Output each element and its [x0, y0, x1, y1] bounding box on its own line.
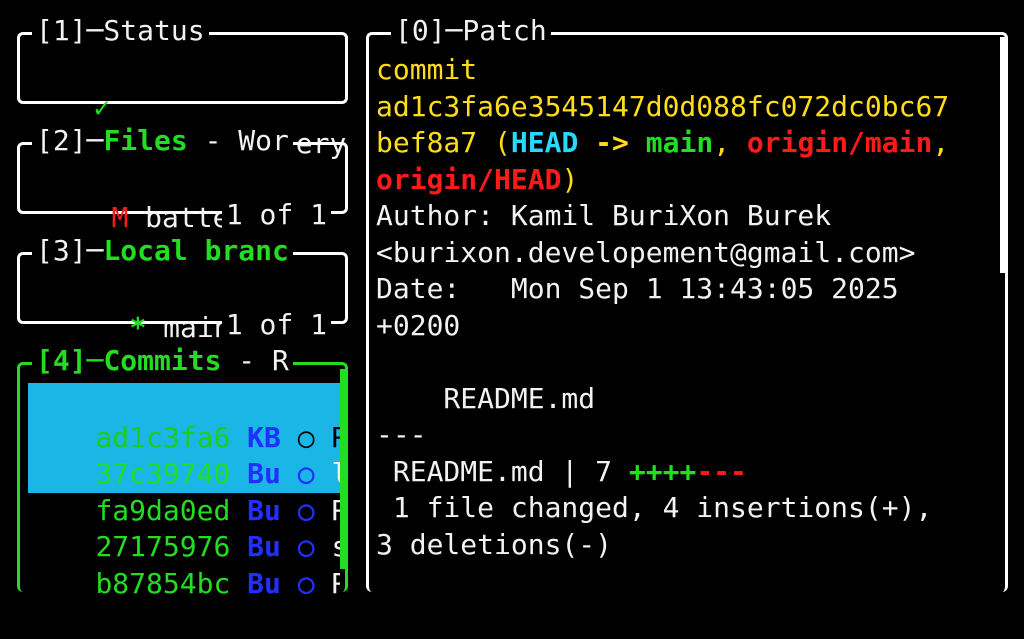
status-panel-title: [1]─Status [32, 13, 209, 49]
commit-message: README.md [376, 381, 596, 415]
graph-node-icon: ○ [297, 566, 315, 600]
author-email: <burixon.developement@gmail.com> [376, 235, 916, 269]
commit-author: Bu [247, 566, 281, 600]
file-status-badge: M [111, 200, 129, 234]
branches-panel-title: [3]─Local branc [32, 233, 293, 269]
patch-scrollbar[interactable] [1000, 37, 1008, 273]
author-line: Author: Kamil BuriXon Burek [376, 199, 832, 232]
diff-separator: --- [376, 418, 427, 451]
patch-panel-title: [0]─Patch [391, 13, 551, 49]
diffstat-line: README.md | 7 ++++--- [376, 454, 747, 488]
commits-panel-title: [4]─Commits - R [32, 343, 293, 379]
commit-refs-cont: origin/HEAD) [376, 162, 579, 196]
commit-message: REA [331, 566, 340, 600]
diff-summary-cont: 3 deletions(-) [376, 527, 613, 561]
branches-panel[interactable]: [3]─Local branc * main ✓ 1 of 1 [17, 233, 348, 344]
commit-row[interactable]: b87854bc Bu ○ REA [28, 529, 340, 639]
commits-panel[interactable]: [4]─Commits - R ad1c3fa6 KB ○ REA 37c397… [17, 343, 348, 600]
checkmark-icon: ✓ [93, 90, 111, 124]
commit-hash-full: ad1c3fa6e3545147d0d088fc072dc0bc67 [376, 89, 950, 123]
files-panel-footer: 1 of 1 [221, 197, 331, 233]
branch-name: main [163, 310, 231, 344]
date-timezone: +0200 [376, 308, 461, 342]
commit-label: commit [376, 53, 478, 86]
branches-panel-footer: 1 of 1 [221, 307, 331, 343]
date-line: Date: Mon Sep 1 13:43:05 2025 [376, 272, 899, 305]
files-panel-title: [2]─Files - Wor [32, 123, 293, 159]
files-panel[interactable]: [2]─Files - Wor M battery 1 of 1 [17, 123, 348, 234]
current-branch-marker: * [129, 310, 147, 344]
commit-hash: b87854bc [95, 566, 231, 600]
commit-refs: bef8a7 (HEAD -> main, origin/main, [376, 126, 950, 159]
diff-summary: 1 file changed, 4 insertions(+), [376, 491, 933, 524]
status-panel[interactable]: [1]─Status ✓ Termux-Battery [17, 13, 348, 160]
commits-scrollbar[interactable] [340, 369, 348, 569]
